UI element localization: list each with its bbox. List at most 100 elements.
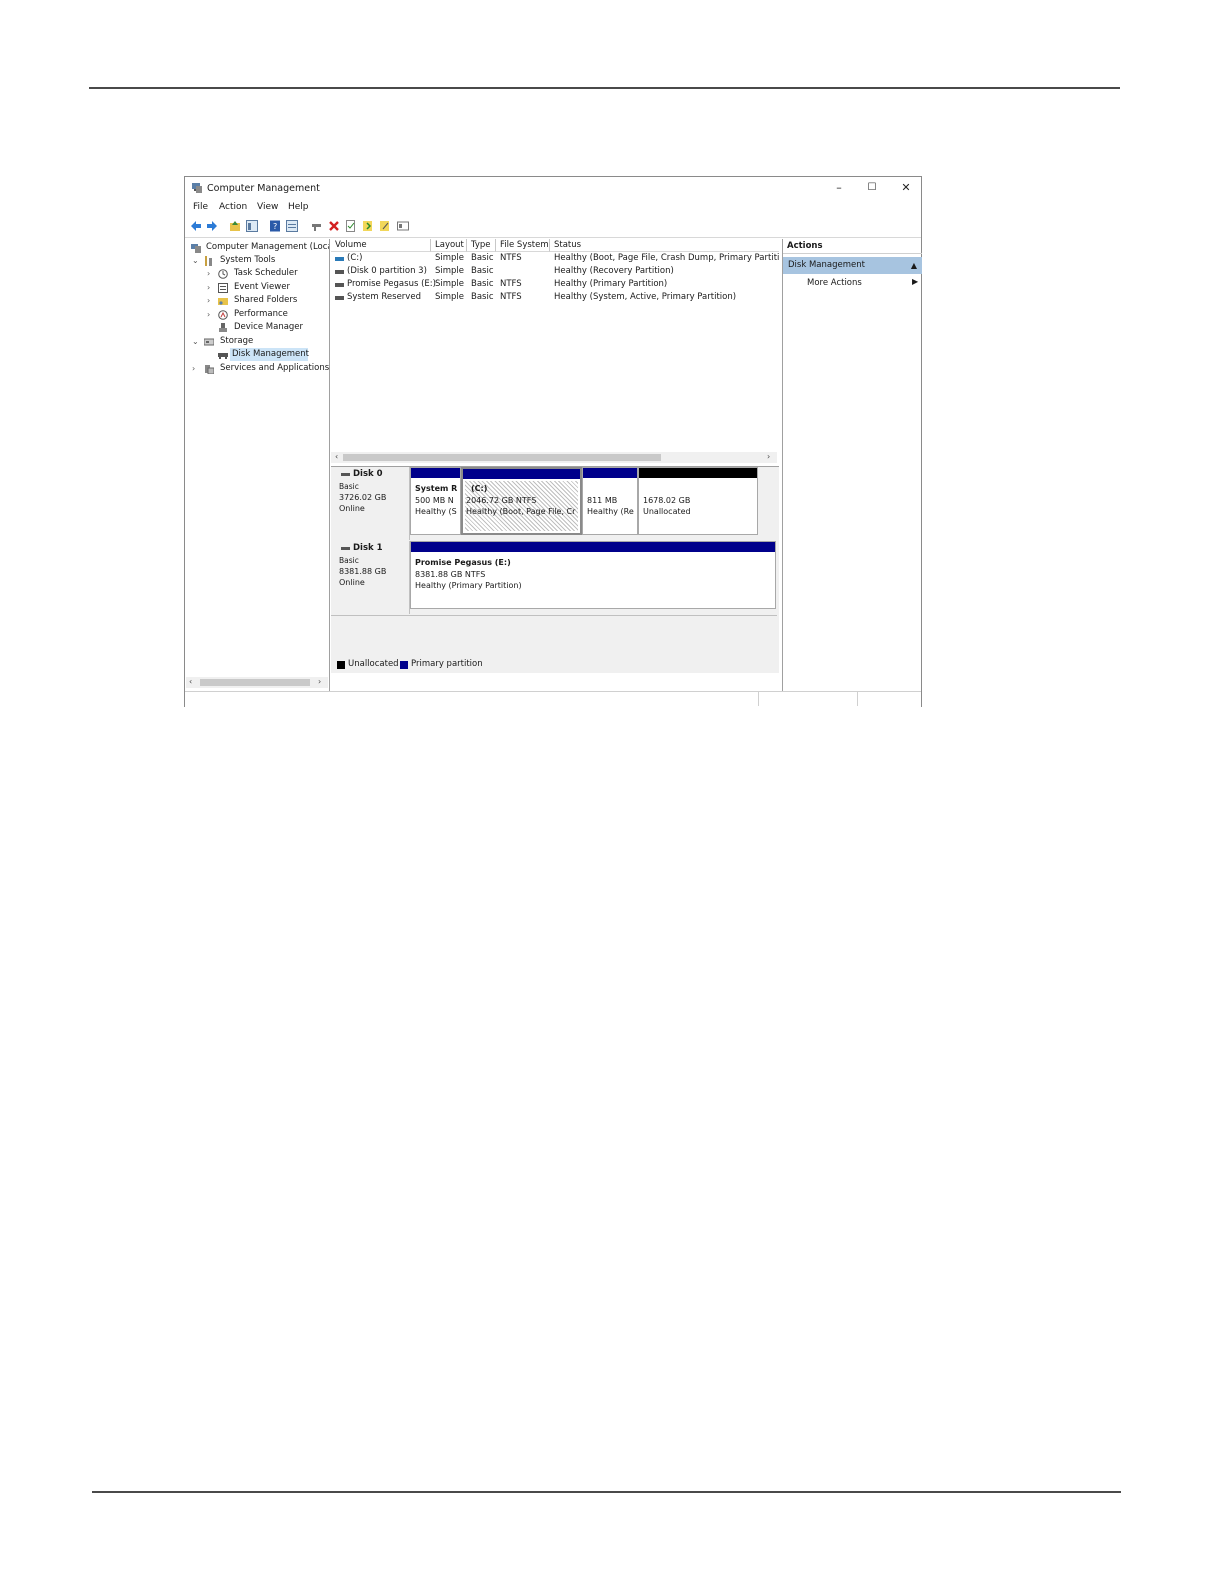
tree-item-label: Shared Folders [234,295,298,305]
tools-icon [205,256,212,266]
volume-list-horizontal-scrollbar[interactable]: ‹ › [331,452,777,463]
legend-unallocated: Unallocated [348,659,399,669]
computer-management-icon [192,183,202,193]
collapse-up-icon[interactable]: ▲ [911,257,917,274]
check-document-icon[interactable] [345,220,357,232]
tree-item-performance[interactable]: › Performance [188,308,329,321]
partition-promise-pegasus[interactable]: Promise Pegasus (E:) 8381.88 GB NTFS Hea… [410,541,776,609]
chevron-right-icon[interactable]: › [207,267,215,280]
minimize-button[interactable]: – [824,179,854,197]
computer-management-window: Computer Management – ☐ ✕ File Action Vi… [184,176,922,707]
back-arrow-icon[interactable] [190,220,202,232]
chevron-right-icon[interactable]: › [207,294,215,307]
disk-icon [341,547,350,550]
console-icon[interactable] [397,220,409,232]
tree-item-label: Event Viewer [234,282,290,292]
unallocated-swatch [337,661,345,669]
tree-item-label: Device Manager [234,322,304,332]
disk-1-info[interactable]: Disk 1 Basic 8381.88 GB Online [333,541,410,614]
menu-view[interactable]: View [257,202,278,212]
disk-icon [341,473,350,476]
device-manager-icon [219,323,227,332]
view-properties-icon[interactable] [286,220,298,232]
volume-name: System Reserved [347,292,421,302]
partition-recovery[interactable]: ​ 811 MB Healthy (Re [582,467,638,535]
menu-help[interactable]: Help [288,202,309,212]
tree-item-disk-management[interactable]: Disk Management [216,348,309,361]
export-icon[interactable] [362,220,374,232]
column-header-volume[interactable]: Volume [331,239,431,252]
partition-title: ​ [643,483,691,495]
partition-color-band [411,468,460,478]
tree-item-label: Computer Management (Loca [206,242,330,252]
tree-item-services-and-applications[interactable]: › Services and Applications [188,362,329,375]
scroll-right-icon[interactable]: › [318,677,321,686]
properties-icon[interactable] [379,220,391,232]
tree-item-system-tools[interactable]: ⌄ System Tools [188,254,329,267]
column-header-type[interactable]: Type [467,239,496,252]
tree-item-task-scheduler[interactable]: › Task Scheduler [188,267,329,280]
up-folder-icon[interactable] [229,220,241,232]
navigation-tree: Computer Management (Loca ⌄ System Tools… [186,239,330,691]
maximize-button[interactable]: ☐ [857,179,887,197]
partition-status: Healthy (S [415,507,457,516]
chevron-right-icon[interactable]: › [207,281,215,294]
partition-color-band [639,468,757,478]
volume-icon [335,270,344,274]
svg-text:?: ? [273,222,277,231]
shared-folder-icon [218,298,228,305]
scroll-left-icon[interactable]: ‹ [335,452,338,461]
submenu-arrow-icon[interactable]: ▶ [912,277,918,286]
more-actions-item[interactable]: More Actions [807,277,862,290]
menu-file[interactable]: File [193,202,208,212]
tree-item-device-manager[interactable]: Device Manager [188,321,329,334]
partition-system-reserved[interactable]: System R 500 MB N Healthy (S [410,467,461,535]
volume-layout: Simple [435,266,465,276]
performance-icon [218,310,228,320]
scroll-right-icon[interactable]: › [767,452,770,461]
column-header-file-system[interactable]: File System [496,239,550,252]
show-hide-tree-icon[interactable] [246,220,258,232]
chevron-right-icon[interactable]: › [207,308,215,321]
volume-type: Basic [471,279,494,289]
tree-horizontal-scrollbar[interactable]: ‹ › [186,677,328,688]
scrollbar-thumb[interactable] [343,454,661,461]
scroll-left-icon[interactable]: ‹ [189,677,192,686]
volume-name: (Disk 0 partition 3) [347,266,427,276]
partition-text: System R 500 MB N Healthy (S [415,483,457,518]
delete-icon[interactable] [328,220,340,232]
menu-action[interactable]: Action [219,202,247,212]
clock-icon [218,269,228,279]
status-divider [758,692,759,706]
actions-selected-label: Disk Management [788,260,865,270]
disk-0-info[interactable]: Disk 0 Basic 3726.02 GB Online [333,467,410,540]
disk-name: Disk 0 [353,469,383,479]
partition-size: 2046.72 GB NTFS [466,495,537,505]
disk-type: Basic [339,482,359,491]
tree-item-shared-folders[interactable]: › Shared Folders [188,294,329,307]
partition-unallocated[interactable]: ​ 1678.02 GB Unallocated [638,467,758,535]
column-header-layout[interactable]: Layout [431,239,467,252]
actions-disk-management[interactable]: Disk Management ▲ [783,257,922,274]
partition-size: 811 MB [587,495,618,505]
tree-item-storage[interactable]: ⌄ Storage [188,335,329,348]
tree-item-computer-management[interactable]: Computer Management (Loca [188,241,329,254]
primary-partition-swatch [400,661,408,669]
connect-icon[interactable] [311,220,323,232]
column-header-status[interactable]: Status [550,239,779,252]
close-button[interactable]: ✕ [891,179,921,197]
partition-c[interactable]: (C:) 2046.72 GB NTFS Healthy (Boot, Page… [461,467,582,535]
help-icon[interactable]: ? [269,220,281,232]
volume-layout: Simple [435,292,465,302]
scrollbar-thumb[interactable] [200,679,310,686]
tree-item-label: Storage [220,336,254,346]
volume-type: Basic [471,253,494,263]
chevron-down-icon[interactable]: ⌄ [192,254,200,267]
tree-item-event-viewer[interactable]: › Event Viewer [188,281,329,294]
chevron-down-icon[interactable]: ⌄ [192,335,200,348]
partition-status: Healthy (Re [587,507,634,516]
volume-layout: Simple [435,253,465,263]
forward-arrow-icon[interactable] [206,220,218,232]
tree-item-label: Performance [234,309,288,319]
chevron-right-icon[interactable]: › [192,362,200,375]
